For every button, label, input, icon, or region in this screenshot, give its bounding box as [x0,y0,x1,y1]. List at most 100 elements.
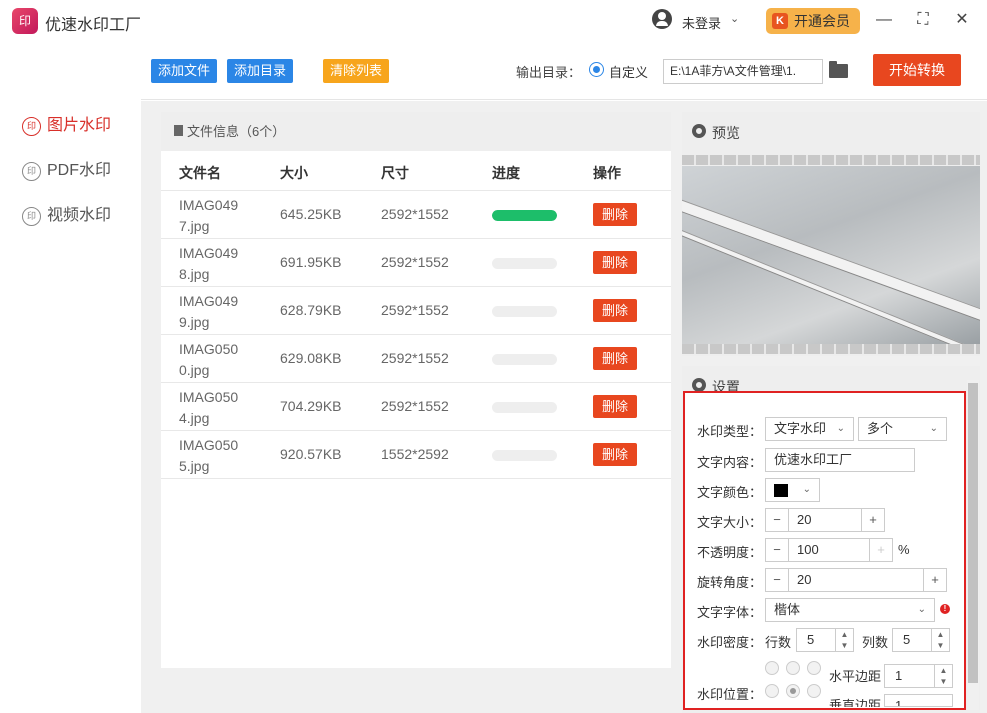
decrement-button[interactable]: − [766,509,789,531]
position-middle-right[interactable] [807,684,821,698]
maximize-icon[interactable]: ⛶ [912,9,934,31]
clear-list-button[interactable]: 清除列表 [323,59,390,83]
increment-button[interactable]: + [923,569,946,591]
table-row: IMAG049 7.jpg 645.25KB 2592*1552 删除 [161,191,671,239]
opacity-value[interactable]: 100 [797,539,819,561]
watermark-type-label: 水印类型： [697,424,763,439]
watermark-icon: 印 [22,207,41,226]
spinner-arrows-icon[interactable]: ▲ ▼ [835,629,853,651]
delete-button[interactable]: 删除 [593,203,637,226]
table-row: IMAG050 5.jpg 920.57KB 1552*2592 删除 [161,431,671,479]
title-bar: 印 优速水印工厂 未登录 ⌄ K 开通会员 — ⛶ ✕ [0,0,987,42]
delete-button[interactable]: 删除 [593,443,637,466]
file-dimensions: 2592*1552 [381,254,449,270]
login-label[interactable]: 未登录 [682,13,721,32]
watermark-count-select[interactable]: 多个 ⌄ [858,417,947,441]
text-color-picker[interactable]: ⌄ [765,478,820,502]
pipe-shape [682,226,980,344]
add-file-button[interactable]: 添加文件 [151,59,218,83]
column-header-name: 文件名 [179,165,221,181]
vip-icon: K [772,13,788,29]
column-header-dimensions: 尺寸 [381,165,409,181]
sidebar-item-label: PDF水印 [47,162,112,179]
decrement-button[interactable]: − [766,539,789,561]
watermark-icon: 印 [22,117,41,136]
position-center[interactable] [786,684,800,698]
add-directory-button[interactable]: 添加目录 [227,59,294,83]
rotation-value[interactable]: 20 [797,569,811,591]
app-title: 优速水印工厂 [45,17,142,34]
sidebar-item-video-watermark[interactable]: 印 视频水印 [22,204,111,228]
sidebar-item-label: 视频水印 [47,207,112,224]
start-convert-button[interactable]: 开始转换 [873,54,961,86]
vertical-margin-input[interactable]: 1 [884,694,953,707]
text-content-label: 文字内容： [697,455,763,470]
sidebar-item-pdf-watermark[interactable]: 印 PDF水印 [22,159,111,183]
rows-input[interactable]: 5 ▲ ▼ [796,628,854,652]
rotation-label: 旋转角度： [697,575,763,590]
output-path-input[interactable]: E:\1A菲方\A文件管理\1. [663,59,823,84]
file-name: IMAG050 4.jpg [179,389,239,426]
horizontal-margin-label: 水平边距 [829,669,882,684]
text-content-input[interactable]: 优速水印工厂 [765,448,915,472]
text-size-label: 文字大小： [697,515,763,530]
table-row: IMAG050 0.jpg 629.08KB 2592*1552 删除 [161,335,671,383]
film-strip-bottom [682,344,980,354]
file-dimensions: 2592*1552 [381,206,449,222]
document-icon [174,125,183,136]
columns-input[interactable]: 5 ▲ ▼ [892,628,950,652]
position-top-left[interactable] [765,661,779,675]
vip-button[interactable]: K 开通会员 [766,8,860,34]
rotation-stepper[interactable]: −20 + [765,568,947,592]
position-top-right[interactable] [807,661,821,675]
delete-button[interactable]: 删除 [593,395,637,418]
settings-scrollbar[interactable] [967,380,979,710]
watermark-type-select[interactable]: 文字水印 ⌄ [765,417,854,441]
output-directory-label: 输出目录： [516,65,582,80]
scrollbar-thumb[interactable] [968,383,978,683]
spinner-arrows-icon[interactable]: ▲ ▼ [934,665,952,687]
sidebar-item-image-watermark[interactable]: 印 图片水印 [22,114,111,138]
delete-button[interactable]: 删除 [593,251,637,274]
font-select[interactable]: 楷体 ⌄ [765,598,935,622]
gear-icon [692,378,706,392]
progress-bar [492,210,557,221]
chevron-down-icon: ⌄ [802,484,811,495]
spinner-arrows-icon[interactable]: ▲ ▼ [931,629,949,651]
chevron-down-icon: ⌄ [929,423,938,434]
progress-fill [492,210,557,221]
position-middle-left[interactable] [765,684,779,698]
horizontal-margin-value: 1 [895,668,903,683]
opacity-stepper[interactable]: −100 + [765,538,893,562]
custom-label[interactable]: 自定义 [609,62,648,81]
sidebar: 印 图片水印 印 PDF水印 印 视频水印 [0,42,141,713]
column-header-action: 操作 [593,165,621,181]
file-name: IMAG050 0.jpg [179,341,239,378]
horizontal-margin-input[interactable]: 1 ▲ ▼ [884,664,953,688]
minimize-icon[interactable]: — [873,9,895,31]
chevron-down-icon[interactable]: ⌄ [730,12,739,25]
progress-bar [492,258,557,269]
increment-button[interactable]: + [869,539,892,561]
file-name: IMAG049 7.jpg [179,197,239,234]
custom-radio[interactable] [589,62,604,77]
delete-button[interactable]: 删除 [593,299,637,322]
progress-bar [492,450,557,461]
position-top-center[interactable] [786,661,800,675]
delete-button[interactable]: 删除 [593,347,637,370]
text-size-stepper[interactable]: −20 + [765,508,885,532]
gear-icon [692,124,706,138]
file-panel: 文件信息（6个） 文件名 大小 尺寸 进度 操作 IMAG049 7.jpg 645… [161,112,671,668]
increment-button[interactable]: + [861,509,884,531]
progress-bar [492,306,557,317]
text-size-value[interactable]: 20 [797,509,811,531]
file-dimensions: 1552*2592 [381,446,449,462]
color-swatch [774,484,788,497]
close-icon[interactable]: ✕ [951,9,973,31]
column-header-progress: 进度 [492,165,520,181]
user-icon[interactable] [652,9,672,29]
folder-icon[interactable] [829,61,848,78]
watermark-icon: 印 [22,162,41,181]
decrement-button[interactable]: − [766,569,789,591]
preview-title: 预览 [712,125,740,141]
